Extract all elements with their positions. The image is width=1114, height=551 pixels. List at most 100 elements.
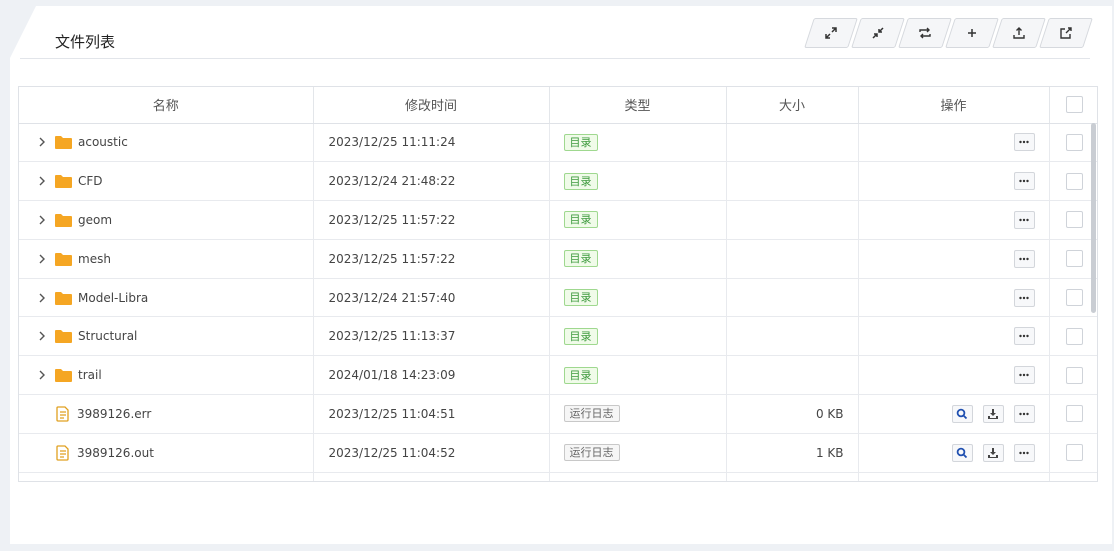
log-file-icon (56, 406, 70, 422)
type-tag: 运行日志 (563, 444, 620, 462)
file-size (726, 200, 859, 240)
modified-time: 2023/12/25 11:13:37 (313, 316, 550, 357)
row-checkbox[interactable] (1065, 172, 1083, 190)
table-row[interactable]: geom 2023/12/25 11:57:22 目录 (19, 200, 1097, 240)
modified-time: 2023/12/25 11:04:51 (313, 394, 550, 434)
table-row[interactable]: trail 2024/01/18 14:23:09 目录 (19, 355, 1097, 396)
file-size (726, 355, 859, 396)
file-name[interactable]: trail (78, 368, 102, 382)
more-button[interactable] (1013, 366, 1035, 385)
file-name[interactable]: mesh (78, 252, 111, 266)
export-button[interactable] (1044, 18, 1088, 48)
more-dots-icon (1019, 373, 1029, 377)
collapse-button[interactable] (856, 18, 900, 48)
row-checkbox[interactable] (1065, 289, 1083, 307)
expand-row-chevron-icon[interactable] (35, 368, 49, 382)
more-button[interactable] (1013, 404, 1035, 423)
more-dots-icon (1019, 412, 1029, 416)
folder-icon (55, 252, 72, 266)
search-icon (956, 447, 968, 458)
upload-button[interactable] (997, 18, 1041, 48)
file-name[interactable]: acoustic (78, 135, 128, 149)
table-row[interactable]: Structural 2023/12/25 11:13:37 目录 (19, 316, 1097, 357)
row-checkbox[interactable] (1065, 327, 1083, 345)
expand-row-chevron-icon[interactable] (35, 135, 49, 149)
table-row[interactable]: 3989126.out 2023/12/25 11:04:52 运行日志 1 K… (19, 433, 1097, 473)
column-header-type[interactable]: 类型 (549, 87, 727, 124)
file-name[interactable]: 3989126.out (77, 446, 154, 460)
modified-time: 2023/12/25 11:11:24 (313, 123, 550, 163)
file-size: 1 KB (726, 433, 859, 473)
modified-time: 2023/12/24 21:48:22 (313, 161, 550, 202)
expand-row-chevron-icon[interactable] (35, 252, 49, 266)
plus-icon (968, 29, 976, 37)
type-tag: 目录 (563, 250, 598, 268)
vertical-scrollbar[interactable] (1091, 123, 1096, 313)
view-button[interactable] (951, 404, 973, 423)
page-title: 文件列表 (55, 33, 116, 51)
table-row[interactable]: CFD 2023/12/24 21:48:22 目录 (19, 161, 1097, 202)
column-header-size[interactable]: 大小 (726, 87, 859, 124)
table-row[interactable]: acoustic 2023/12/25 11:11:24 目录 (19, 123, 1097, 163)
expand-arrows-icon (825, 27, 837, 39)
modified-time: 2023/12/25 11:04:52 (313, 433, 550, 473)
select-all-checkbox[interactable] (1065, 96, 1083, 114)
modified-time: 2023/12/25 11:57:22 (313, 200, 550, 240)
more-dots-icon (1019, 296, 1029, 299)
table-row[interactable]: 3989126.err 2023/12/25 11:04:51 运行日志 0 K… (19, 394, 1097, 434)
more-button[interactable] (1013, 133, 1035, 152)
table-row-partial (19, 472, 1097, 481)
table-row[interactable]: Model-Libra 2023/12/24 21:57:40 目录 (19, 278, 1097, 318)
type-tag: 目录 (563, 211, 598, 229)
more-button[interactable] (1013, 210, 1035, 229)
more-dots-icon (1019, 335, 1029, 338)
more-dots-icon (1019, 179, 1029, 183)
file-size (726, 161, 859, 202)
table-row[interactable]: mesh 2023/12/25 11:57:22 目录 (19, 239, 1097, 279)
more-button[interactable] (1013, 443, 1035, 462)
row-checkbox[interactable] (1065, 405, 1083, 423)
modified-time: 2023/12/25 11:57:22 (313, 239, 550, 279)
row-checkbox[interactable] (1065, 366, 1083, 384)
file-name[interactable]: Model-Libra (78, 291, 148, 305)
more-dots-icon (1019, 141, 1029, 144)
view-button[interactable] (951, 443, 973, 462)
more-button[interactable] (1013, 327, 1035, 346)
repeat-icon (919, 27, 931, 39)
table-header: 名称 修改时间 类型 大小 操作 (19, 87, 1097, 124)
row-checkbox[interactable] (1065, 444, 1083, 462)
more-button[interactable] (1013, 249, 1035, 268)
file-name[interactable]: 3989126.err (77, 407, 151, 421)
row-checkbox[interactable] (1065, 133, 1083, 151)
column-header-name[interactable]: 名称 (19, 87, 314, 124)
search-icon (956, 408, 968, 420)
download-button[interactable] (982, 404, 1004, 423)
type-tag: 运行日志 (563, 405, 620, 423)
upload-icon (1013, 27, 1025, 39)
folder-icon (55, 213, 72, 227)
row-checkbox[interactable] (1065, 250, 1083, 268)
file-name[interactable]: CFD (78, 174, 103, 188)
folder-icon (55, 135, 72, 150)
expand-row-chevron-icon[interactable] (35, 329, 49, 343)
add-button[interactable] (950, 18, 994, 48)
type-tag: 目录 (563, 327, 598, 345)
expand-row-chevron-icon[interactable] (35, 174, 49, 188)
column-header-modified[interactable]: 修改时间 (313, 87, 550, 124)
refresh-button[interactable] (903, 18, 947, 48)
column-header-select (1049, 87, 1097, 124)
type-tag: 目录 (563, 366, 598, 384)
expand-button[interactable] (809, 18, 853, 48)
expand-row-chevron-icon[interactable] (35, 291, 49, 305)
file-size (726, 239, 859, 279)
file-name[interactable]: Structural (78, 329, 137, 343)
file-name[interactable]: geom (78, 213, 112, 227)
download-icon (988, 408, 998, 419)
download-button[interactable] (982, 443, 1004, 462)
more-button[interactable] (1013, 288, 1035, 307)
file-size (726, 278, 859, 318)
row-checkbox[interactable] (1065, 211, 1083, 229)
more-button[interactable] (1013, 172, 1035, 191)
expand-row-chevron-icon[interactable] (35, 213, 49, 227)
download-icon (988, 447, 998, 458)
